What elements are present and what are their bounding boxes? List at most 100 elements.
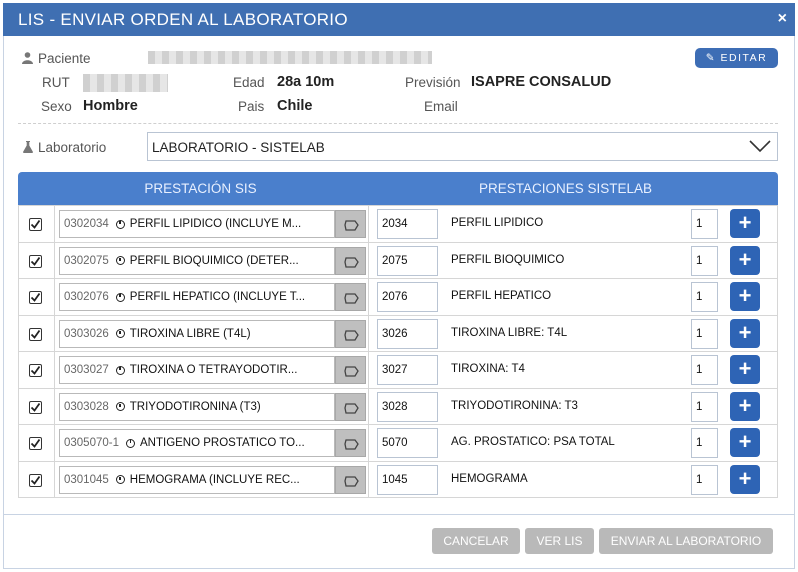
row-checkbox[interactable]	[29, 218, 42, 231]
table-row: 0302034 PERFIL LIPIDICO (INCLUYE M... 20…	[19, 205, 777, 242]
sis-code: 0305070-1	[64, 437, 119, 449]
check-cell	[19, 461, 55, 497]
add-button[interactable]: +	[730, 428, 760, 457]
sis-name: PERFIL LIPIDICO (INCLUYE M...	[129, 218, 302, 230]
sistelab-code-input[interactable]: 2034	[377, 209, 438, 239]
plus-icon: +	[738, 392, 752, 418]
check-cell	[19, 388, 55, 424]
plus-icon: +	[738, 465, 752, 491]
row-checkbox[interactable]	[29, 437, 42, 450]
sistelab-cell: 3026 TIROXINA LIBRE: T4L 1 +	[369, 316, 779, 352]
search-tag-button[interactable]	[335, 429, 366, 457]
flask-icon	[23, 141, 33, 156]
add-button[interactable]: +	[730, 355, 760, 384]
quantity-input[interactable]: 1	[691, 428, 718, 458]
quantity-input[interactable]: 1	[691, 464, 718, 495]
search-tag-button[interactable]	[335, 319, 366, 348]
row-checkbox[interactable]	[29, 291, 42, 304]
search-tag-button[interactable]	[335, 465, 366, 494]
check-cell	[19, 279, 55, 315]
sistelab-code-input[interactable]: 1045	[377, 464, 438, 495]
sistelab-name: PERFIL HEPATICO	[451, 290, 552, 302]
sis-name: PERFIL BIOQUIMICO (DETER...	[129, 254, 299, 267]
send-to-lab-button[interactable]: ENVIAR AL LABORATORIO	[599, 528, 773, 554]
edit-button[interactable]: ✎ EDITAR	[695, 48, 778, 68]
row-checkbox[interactable]	[29, 327, 42, 341]
sistelab-code-input[interactable]: 3027	[377, 355, 438, 385]
sis-code: 0302034	[64, 218, 109, 230]
sis-cell: 0303027 TIROXINA O TETRAYODOTIR...	[55, 352, 369, 388]
search-tag-button[interactable]	[335, 210, 366, 238]
sis-field: 0302076 PERFIL HEPATICO (INCLUYE T...	[59, 283, 335, 311]
clock-icon	[115, 292, 125, 302]
sistelab-name: HEMOGRAMA	[451, 472, 528, 485]
plus-icon: +	[738, 356, 752, 381]
view-lis-button[interactable]: VER LIS	[525, 528, 594, 554]
sistelab-cell: 1045 HEMOGRAMA 1 +	[369, 462, 779, 498]
sis-code: 0303026	[64, 327, 109, 340]
lab-select[interactable]: LABORATORIO - SISTELAB	[147, 132, 778, 161]
tag-icon	[344, 366, 359, 377]
quantity-input[interactable]: 1	[691, 245, 718, 276]
sistelab-code-input[interactable]: 2076	[377, 282, 438, 312]
add-button[interactable]: +	[730, 464, 760, 494]
table-row: 0302076 PERFIL HEPATICO (INCLUYE T... 20…	[19, 278, 777, 315]
add-button[interactable]: +	[730, 282, 760, 311]
add-button[interactable]: +	[730, 391, 760, 421]
add-button[interactable]: +	[730, 318, 760, 348]
rut-label: RUT	[42, 75, 70, 90]
rut-redacted	[83, 74, 168, 92]
sis-cell: 0302034 PERFIL LIPIDICO (INCLUYE M...	[55, 206, 369, 242]
quantity-input[interactable]: 1	[691, 355, 718, 385]
sis-field: 0305070-1 ANTIGENO PROSTATICO TO...	[59, 429, 335, 457]
search-tag-button[interactable]	[335, 246, 366, 275]
sistelab-name: TRIYODOTIRONINA: T3	[451, 399, 578, 412]
clock-icon	[115, 365, 125, 375]
quantity-input[interactable]: 1	[691, 391, 718, 422]
sistelab-code-input[interactable]: 3028	[377, 391, 438, 422]
sistelab-name: TIROXINA LIBRE: T4L	[451, 326, 568, 339]
row-checkbox[interactable]	[29, 400, 42, 414]
table-row: 0305070-1 ANTIGENO PROSTATICO TO... 5070…	[19, 424, 777, 461]
table-row: 0303028 TRIYODOTIRONINA (T3) 3028 TRIYOD…	[19, 387, 779, 425]
close-icon[interactable]: ×	[778, 10, 787, 28]
cancel-button[interactable]: CANCELAR	[432, 528, 520, 554]
sistelab-cell: 3027 TIROXINA: T4 1 +	[369, 352, 779, 388]
divider	[18, 123, 778, 124]
sistelab-code-input[interactable]: 5070	[377, 428, 438, 458]
plus-icon: +	[738, 246, 752, 272]
search-tag-button[interactable]	[335, 356, 366, 384]
sistelab-name: PERFIL BIOQUIMICO	[451, 253, 565, 266]
sistelab-cell: 2075 PERFIL BIOQUIMICO 1 +	[369, 243, 779, 279]
quantity-input[interactable]: 1	[691, 282, 718, 312]
row-checkbox[interactable]	[29, 364, 42, 377]
add-button[interactable]: +	[730, 245, 760, 275]
sistelab-code-input[interactable]: 2075	[377, 245, 438, 276]
tag-icon	[344, 293, 359, 304]
quantity-input[interactable]: 1	[691, 318, 718, 349]
plus-icon: +	[738, 319, 752, 345]
tag-icon	[344, 402, 359, 414]
check-cell	[19, 206, 55, 242]
search-tag-button[interactable]	[335, 283, 366, 311]
search-tag-button[interactable]	[335, 392, 366, 421]
sis-field: 0302075 PERFIL BIOQUIMICO (DETER...	[59, 246, 335, 275]
sistelab-cell: 3028 TRIYODOTIRONINA: T3 1 +	[369, 389, 779, 425]
sistelab-name: PERFIL LIPIDICO	[451, 217, 544, 229]
quantity-input[interactable]: 1	[691, 209, 718, 239]
add-button[interactable]: +	[730, 209, 760, 238]
check-cell	[19, 315, 55, 351]
check-icon	[30, 365, 41, 375]
sis-cell: 0303028 TRIYODOTIRONINA (T3)	[55, 388, 369, 424]
row-checkbox[interactable]	[29, 473, 42, 487]
row-checkbox[interactable]	[29, 254, 42, 268]
header-sistelab: PRESTACIONES SISTELAB	[478, 181, 653, 196]
clock-icon	[115, 475, 125, 484]
sistelab-code-input[interactable]: 3026	[377, 318, 438, 349]
table-row: 0303027 TIROXINA O TETRAYODOTIR... 3027 …	[19, 351, 777, 388]
clock-icon	[126, 438, 135, 448]
table-row: 0302075 PERFIL BIOQUIMICO (DETER... 2075…	[19, 241, 779, 279]
clock-icon	[115, 256, 125, 265]
dialog-title-bar: LIS - ENVIAR ORDEN AL LABORATORIO ×	[3, 3, 795, 36]
sistelab-name: AG. PROSTATICO: PSA TOTAL	[451, 436, 615, 448]
